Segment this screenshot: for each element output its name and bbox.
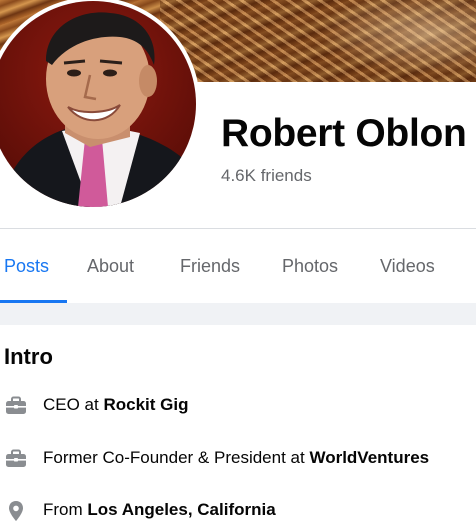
tab-friends[interactable]: Friends	[180, 229, 240, 303]
profile-tabs: Posts About Friends Photos Videos	[0, 229, 476, 303]
intro-heading: Intro	[4, 344, 53, 369]
tab-photos[interactable]: Photos	[282, 229, 338, 303]
intro-item-link[interactable]: WorldVentures	[309, 448, 429, 467]
intro-item-prefix: From	[43, 500, 88, 519]
tab-posts[interactable]: Posts	[4, 229, 49, 303]
intro-item-prefix: Former Co-Founder & President at	[43, 448, 310, 467]
intro-item-link[interactable]: Los Angeles, California	[87, 500, 275, 519]
profile-name: Robert Oblon	[221, 112, 467, 155]
tab-about[interactable]: About	[87, 229, 134, 303]
briefcase-icon	[4, 447, 28, 471]
location-pin-icon	[4, 499, 28, 523]
friends-count-link[interactable]: 4.6K friends	[221, 166, 312, 186]
intro-item-prefix: CEO at	[43, 395, 104, 414]
section-separator	[0, 303, 476, 325]
tab-videos[interactable]: Videos	[380, 229, 435, 303]
intro-item-link[interactable]: Rockit Gig	[103, 395, 188, 414]
briefcase-icon	[4, 394, 28, 418]
